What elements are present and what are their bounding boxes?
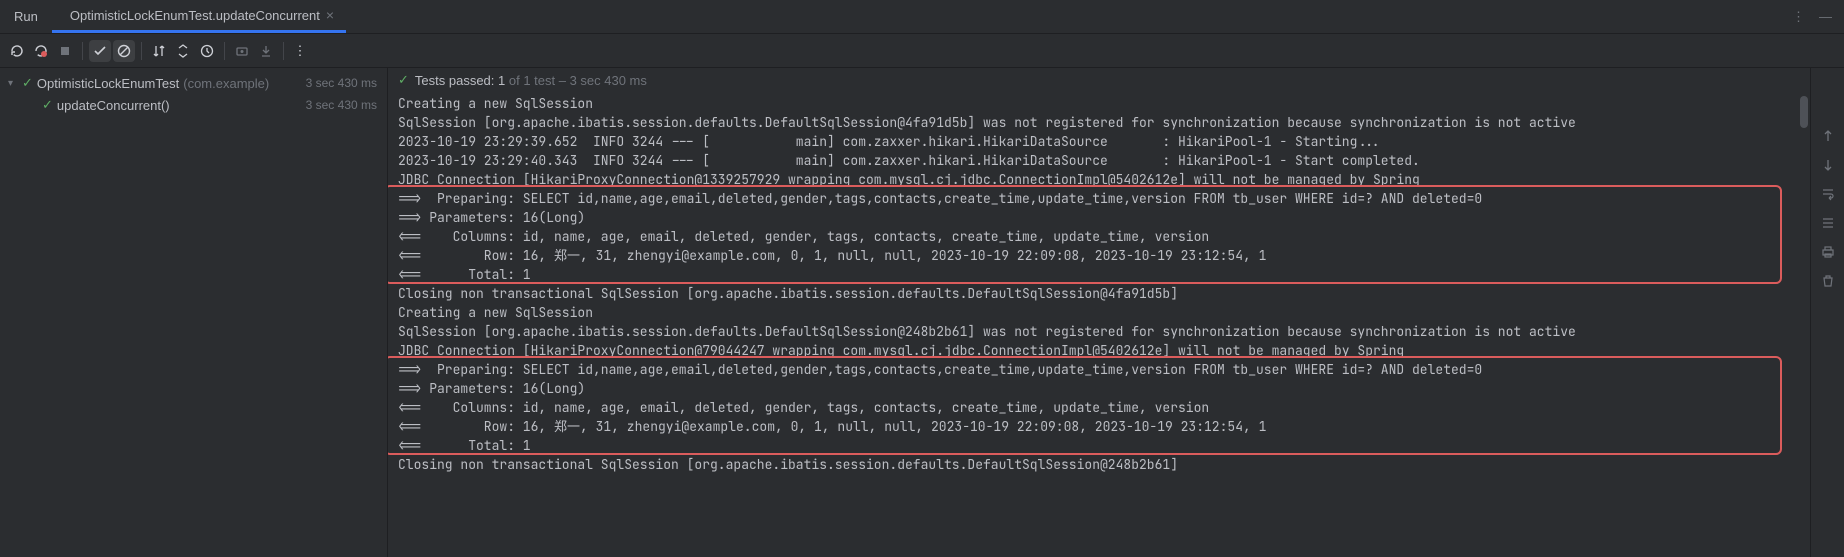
chevron-down-icon[interactable]: ▾	[8, 78, 22, 89]
history-button[interactable]	[196, 40, 218, 62]
console-output[interactable]: Creating a new SqlSession SqlSession [or…	[388, 92, 1810, 557]
toolbar: ⋮	[0, 34, 1844, 68]
tab-test-run[interactable]: OptimisticLockEnumTest.updateConcurrent …	[52, 0, 346, 33]
tests-summary: ✓ Tests passed: 1 of 1 test – 3 sec 430 …	[388, 68, 1810, 92]
toolbar-more-button[interactable]: ⋮	[290, 40, 312, 62]
tree-child-time: 3 sec 430 ms	[306, 98, 377, 112]
console-line: ==> Preparing: SELECT id,name,age,email,…	[398, 189, 1810, 208]
tab-test-label: OptimisticLockEnumTest.updateConcurrent	[70, 8, 320, 23]
scroll-up-icon[interactable]	[1820, 128, 1836, 147]
console-panel: ✓ Tests passed: 1 of 1 test – 3 sec 430 …	[388, 68, 1810, 557]
pass-icon: ✓	[42, 97, 53, 113]
expand-all-button[interactable]	[172, 40, 194, 62]
rerun-button[interactable]	[6, 40, 28, 62]
summary-tail: of 1 test – 3 sec 430 ms	[505, 73, 647, 88]
console-line: ==> Preparing: SELECT id,name,age,email,…	[398, 360, 1810, 379]
tree-child-row[interactable]: ✓ updateConcurrent() 3 sec 430 ms	[0, 94, 387, 116]
show-passed-button[interactable]	[89, 40, 111, 62]
console-line: Creating a new SqlSession	[398, 303, 1810, 322]
close-icon[interactable]: ×	[326, 7, 334, 23]
tree-root-row[interactable]: ▾ ✓ OptimisticLockEnumTest (com.example)…	[0, 72, 387, 94]
run-tool-label: Run	[0, 0, 52, 33]
console-line: JDBC Connection [HikariProxyConnection@1…	[398, 170, 1810, 189]
export-tests-button[interactable]	[255, 40, 277, 62]
console-line: Closing non transactional SqlSession [or…	[398, 455, 1810, 474]
hide-icon[interactable]: —	[1819, 9, 1832, 24]
console-line: Closing non transactional SqlSession [or…	[398, 284, 1810, 303]
console-line: SqlSession [org.apache.ibatis.session.de…	[398, 322, 1810, 341]
console-line: <== Total: 1	[398, 265, 1810, 284]
tree-root-package: (com.example)	[183, 76, 269, 91]
run-label: Run	[14, 9, 38, 24]
rerun-failed-button[interactable]	[30, 40, 52, 62]
right-gutter	[1810, 68, 1844, 557]
pass-icon: ✓	[398, 72, 409, 88]
stop-button[interactable]	[54, 40, 76, 62]
console-line: <== Row: 16, 郑一, 31, zhengyi@example.com…	[398, 246, 1810, 265]
console-line: ==> Parameters: 16(Long)	[398, 379, 1810, 398]
tree-root-time: 3 sec 430 ms	[306, 76, 377, 90]
console-line: 2023-10-19 23:29:39.652 INFO 3244 --- [ …	[398, 132, 1810, 151]
sort-button[interactable]	[148, 40, 170, 62]
tab-bar: Run OptimisticLockEnumTest.updateConcurr…	[0, 0, 1844, 34]
clear-icon[interactable]	[1820, 273, 1836, 292]
console-line: <== Row: 16, 郑一, 31, zhengyi@example.com…	[398, 417, 1810, 436]
scrollbar[interactable]	[1800, 96, 1808, 128]
scroll-down-icon[interactable]	[1820, 157, 1836, 176]
tree-child-label: updateConcurrent()	[57, 98, 170, 113]
pass-icon: ✓	[22, 75, 33, 91]
more-icon[interactable]: ⋮	[1792, 9, 1807, 25]
tree-root-label: OptimisticLockEnumTest	[37, 76, 179, 91]
scroll-to-end-icon[interactable]	[1820, 215, 1836, 234]
console-line: ==> Parameters: 16(Long)	[398, 208, 1810, 227]
console-line: 2023-10-19 23:29:40.343 INFO 3244 --- [ …	[398, 151, 1810, 170]
print-icon[interactable]	[1820, 244, 1836, 263]
console-line: <== Columns: id, name, age, email, delet…	[398, 227, 1810, 246]
test-tree: ▾ ✓ OptimisticLockEnumTest (com.example)…	[0, 68, 388, 557]
summary-prefix: Tests passed:	[415, 73, 498, 88]
show-ignored-button[interactable]	[113, 40, 135, 62]
console-line: <== Columns: id, name, age, email, delet…	[398, 398, 1810, 417]
soft-wrap-icon[interactable]	[1820, 186, 1836, 205]
console-line: JDBC Connection [HikariProxyConnection@7…	[398, 341, 1810, 360]
console-line: <== Total: 1	[398, 436, 1810, 455]
console-line: Creating a new SqlSession	[398, 94, 1810, 113]
console-line: SqlSession [org.apache.ibatis.session.de…	[398, 113, 1810, 132]
import-tests-button[interactable]	[231, 40, 253, 62]
